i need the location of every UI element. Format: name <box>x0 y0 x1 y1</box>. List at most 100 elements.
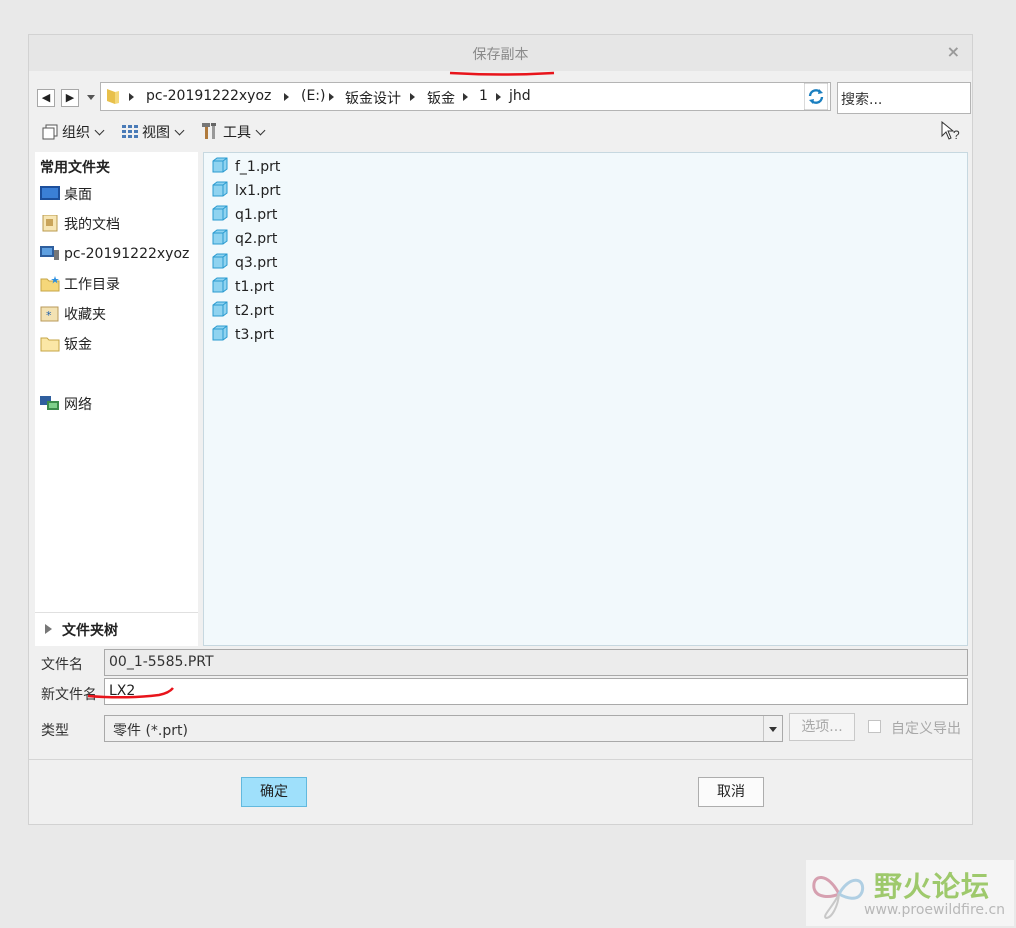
custom-export-label: 自定义导出 <box>891 721 961 737</box>
view-label: 视图 <box>142 125 170 141</box>
watermark-title: 野火论坛 <box>874 870 991 903</box>
part-file-icon <box>212 205 228 221</box>
organize-menu[interactable]: 组织 <box>41 122 105 142</box>
file-name: t3.prt <box>235 327 274 343</box>
breadcrumb-separator-icon <box>463 93 468 101</box>
file-name: q2.prt <box>235 231 278 247</box>
breadcrumb-drive[interactable]: (E:) <box>301 88 326 104</box>
refresh-icon[interactable] <box>804 83 828 110</box>
part-file-icon <box>212 325 228 341</box>
forward-arrow-icon: ▶ <box>65 91 75 104</box>
part-file-icon <box>212 301 228 317</box>
organize-icon <box>42 124 58 140</box>
sidebar-item-desktop[interactable]: 桌面 <box>40 184 92 206</box>
sidebar-item-working-directory[interactable]: 工作目录 <box>40 274 120 296</box>
filename-label: 文件名 <box>41 657 83 673</box>
search-input[interactable]: 搜索... <box>837 82 971 114</box>
save-copy-dialog: 保存副本 × ◀ ▶ pc-20191222xyoz (E:) 钣金设计 钣金 … <box>28 34 973 825</box>
sidebar-item-label: 收藏夹 <box>64 307 106 323</box>
organize-label: 组织 <box>62 125 90 141</box>
list-item[interactable]: t1.prt <box>212 277 274 299</box>
part-file-icon <box>212 157 228 173</box>
desktop-icon <box>40 186 60 200</box>
computer-icon <box>40 246 59 260</box>
file-list: f_1.prt lx1.prt q1.prt q2.prt q3.prt t1.… <box>203 152 968 646</box>
network-icon <box>40 396 59 410</box>
sidebar-item-documents[interactable]: 我的文档 <box>40 214 120 236</box>
breadcrumb-computer[interactable]: pc-20191222xyoz <box>146 88 271 104</box>
list-item[interactable]: q3.prt <box>212 253 277 275</box>
forward-button[interactable]: ▶ <box>61 89 79 107</box>
tools-label: 工具 <box>223 125 251 141</box>
svg-text:*: * <box>46 309 52 322</box>
sidebar-heading: 常用文件夹 <box>40 160 110 176</box>
history-dropdown-icon[interactable] <box>87 95 95 100</box>
folder-tree-toggle[interactable]: 文件夹树 <box>35 612 198 645</box>
part-file-icon <box>212 229 228 245</box>
working-folder-icon <box>40 276 60 292</box>
file-name: q1.prt <box>235 207 278 223</box>
list-item[interactable]: f_1.prt <box>212 157 280 179</box>
sidebar-item-label: 我的文档 <box>64 217 120 233</box>
favorites-icon: * <box>40 306 59 322</box>
list-item[interactable]: q2.prt <box>212 229 277 251</box>
sidebar-item-sheetmetal[interactable]: 钣金 <box>40 334 92 356</box>
pointer-help-icon[interactable]: ? <box>940 121 962 141</box>
sidebar-item-computer[interactable]: pc-20191222xyoz <box>40 244 189 266</box>
back-arrow-icon: ◀ <box>41 91 51 104</box>
view-menu[interactable]: 视图 <box>121 122 185 142</box>
view-icon <box>122 125 138 138</box>
favorites-sidebar: 常用文件夹 桌面 我的文档 pc-20191222xyoz 工作目录 * 收藏夹 … <box>35 152 198 646</box>
breadcrumb-separator-icon <box>329 93 334 101</box>
divider <box>29 759 972 760</box>
chevron-down-icon <box>255 125 266 136</box>
breadcrumb-folder-3[interactable]: 1 <box>479 88 488 104</box>
filename-field: 00_1-5585.PRT <box>104 649 968 676</box>
type-select-value: 零件 (*.prt) <box>113 723 188 739</box>
custom-export-checkbox[interactable] <box>868 720 881 733</box>
breadcrumb-separator-icon <box>129 93 134 101</box>
list-item[interactable]: t2.prt <box>212 301 274 323</box>
expand-arrow-icon <box>45 624 52 634</box>
tools-menu[interactable]: 工具 <box>200 122 266 142</box>
back-button[interactable]: ◀ <box>37 89 55 107</box>
file-name: lx1.prt <box>235 183 281 199</box>
new-filename-input[interactable]: LX2 <box>104 678 968 705</box>
breadcrumb-folder-2[interactable]: 钣金 <box>427 88 455 108</box>
file-name: t1.prt <box>235 279 274 295</box>
list-item[interactable]: q1.prt <box>212 205 277 227</box>
file-name: q3.prt <box>235 255 278 271</box>
sidebar-item-label: pc-20191222xyoz <box>64 246 190 262</box>
sidebar-item-favorites[interactable]: * 收藏夹 <box>40 304 106 326</box>
options-button[interactable]: 选项... <box>789 713 855 741</box>
folder-icon <box>40 337 60 352</box>
folder-tree-label: 文件夹树 <box>62 623 118 639</box>
breadcrumb-separator-icon <box>410 93 415 101</box>
close-icon[interactable]: × <box>947 42 960 61</box>
type-label: 类型 <box>41 723 69 739</box>
sidebar-item-label: 工作目录 <box>64 277 120 293</box>
breadcrumb-separator-icon <box>496 93 501 101</box>
breadcrumb-folder-4[interactable]: jhd <box>509 88 531 104</box>
sidebar-item-network[interactable]: 网络 <box>40 394 92 416</box>
documents-icon <box>42 215 58 232</box>
chevron-down-icon[interactable] <box>763 716 782 741</box>
watermark-url: www.proewildfire.cn <box>864 902 1006 918</box>
folder-icon <box>107 89 119 104</box>
breadcrumb-separator-icon <box>284 93 289 101</box>
address-bar[interactable]: pc-20191222xyoz (E:) 钣金设计 钣金 1 jhd <box>100 82 831 111</box>
sidebar-item-label: 网络 <box>64 397 92 413</box>
part-file-icon <box>212 253 228 269</box>
file-name: t2.prt <box>235 303 274 319</box>
chevron-down-icon <box>94 125 105 136</box>
svg-text:?: ? <box>953 128 960 141</box>
cancel-button[interactable]: 取消 <box>698 777 764 807</box>
ok-button[interactable]: 确定 <box>241 777 307 807</box>
part-file-icon <box>212 277 228 293</box>
tools-icon <box>202 123 216 139</box>
type-select[interactable]: 零件 (*.prt) <box>104 715 783 742</box>
red-annotation-underline <box>87 687 174 699</box>
list-item[interactable]: t3.prt <box>212 325 274 347</box>
list-item[interactable]: lx1.prt <box>212 181 281 203</box>
breadcrumb-folder-1[interactable]: 钣金设计 <box>345 88 401 108</box>
